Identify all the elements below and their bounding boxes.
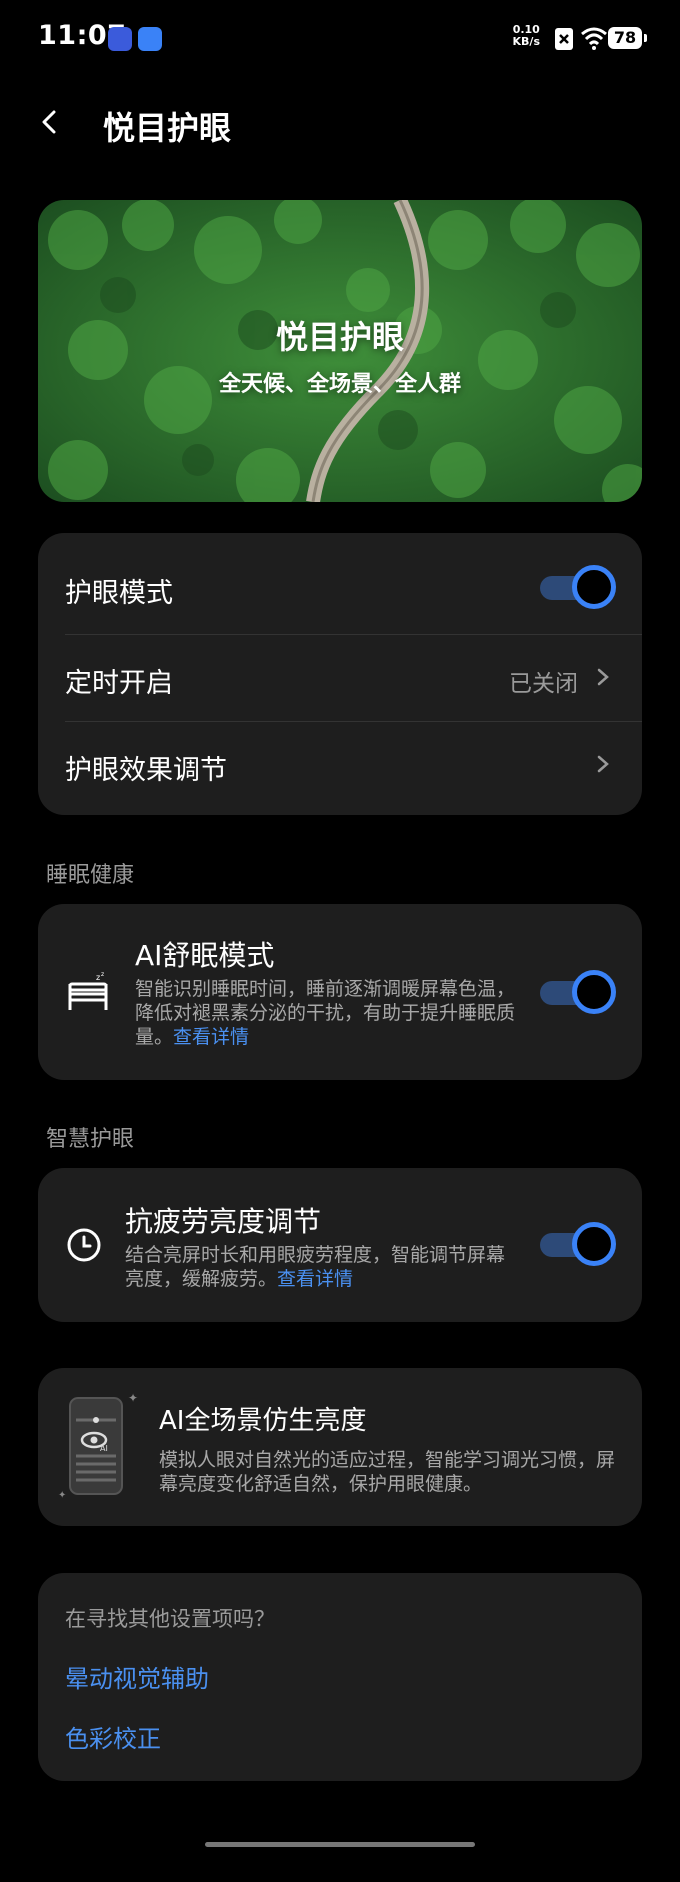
vivo-notification-icon	[108, 27, 132, 51]
schedule-value: 已关闭	[509, 671, 578, 697]
effect-adjust-label: 护眼效果调节	[65, 755, 227, 786]
anti-fatigue-description: 结合亮屏时长和用眼疲劳程度，智能调节屏幕亮度，缓解疲劳。查看详情	[125, 1244, 506, 1290]
chevron-right-icon	[597, 668, 609, 686]
ai-sleep-toggle[interactable]	[540, 970, 616, 1014]
section-label-sleep: 睡眠健康	[46, 863, 135, 888]
schedule-label: 定时开启	[65, 668, 173, 699]
ai-brightness-description: 模拟人眼对自然光的适应过程，智能学习调光习惯，屏幕亮度变化舒适自然，保护用眼健康…	[159, 1449, 616, 1495]
effect-adjust-row[interactable]: 护眼效果调节	[38, 722, 642, 815]
svg-text:✦: ✦	[58, 1490, 66, 1501]
bed-icon: z z	[68, 971, 108, 1010]
banner-title: 悦目护眼	[275, 318, 404, 356]
other-settings-card: 在寻找其他设置项吗？ 晕动视觉辅助 色彩校正	[38, 1573, 642, 1781]
anti-fatigue-title: 抗疲劳亮度调节	[125, 1205, 322, 1238]
svg-text:AI: AI	[100, 1444, 108, 1453]
banner-subtitle: 全天候、全场景、全人群	[218, 372, 461, 397]
eye-care-settings-card: 护眼模式 定时开启 已关闭 护眼效果调节	[38, 533, 642, 815]
ai-sleep-card: z z AI舒眠模式 智能识别睡眠时间，睡前逐渐调暖屏幕色温，降低对褪黑素分泌的…	[38, 904, 642, 1080]
eye-care-mode-toggle[interactable]	[540, 565, 616, 609]
banner-image: 悦目护眼 全天候、全场景、全人群	[38, 200, 642, 502]
wifi-icon	[581, 27, 607, 50]
schedule-row[interactable]: 定时开启 已关闭	[38, 635, 642, 721]
ai-brightness-card[interactable]: ✦ ✦ AI AI全场景仿生亮度 模拟人眼对自然光的适应过程，智能学习调光习惯，…	[38, 1368, 642, 1526]
ai-sleep-title: AI舒眠模式	[135, 939, 275, 972]
anti-fatigue-toggle[interactable]	[540, 1222, 616, 1266]
network-speed: 0.10 KB/s	[512, 23, 540, 48]
back-arrow-icon[interactable]	[38, 110, 62, 134]
app-notification-icon	[138, 27, 162, 51]
svg-text:✦: ✦	[128, 1391, 138, 1405]
section-label-smart: 智慧护眼	[46, 1127, 135, 1152]
status-bar: 11:07 0.10 KB/s 78	[0, 0, 680, 78]
home-indicator[interactable]	[205, 1842, 475, 1847]
anti-fatigue-card: 抗疲劳亮度调节 结合亮屏时长和用眼疲劳程度，智能调节屏幕亮度，缓解疲劳。查看详情	[38, 1168, 642, 1322]
other-settings-prompt: 在寻找其他设置项吗？	[65, 1607, 275, 1631]
ai-sleep-description: 智能识别睡眠时间，睡前逐渐调暖屏幕色温，降低对褪黑素分泌的干扰，有助于提升睡眠质…	[135, 978, 516, 1048]
view-details-link[interactable]: 查看详情	[277, 1268, 353, 1290]
eye-care-mode-label: 护眼模式	[65, 578, 173, 609]
no-sim-icon	[555, 28, 573, 50]
page-title: 悦目护眼	[103, 109, 232, 147]
battery-indicator: 78	[608, 27, 647, 49]
svg-text:z: z	[101, 971, 104, 978]
svg-text:z: z	[96, 973, 100, 982]
view-details-link[interactable]: 查看详情	[173, 1026, 249, 1048]
chevron-right-icon	[597, 755, 609, 773]
clock-icon	[67, 1228, 101, 1262]
phone-brightness-icon: ✦ ✦ AI	[58, 1391, 138, 1501]
ai-brightness-title: AI全场景仿生亮度	[159, 1406, 367, 1436]
color-correction-link[interactable]: 色彩校正	[65, 1719, 161, 1754]
motion-sickness-assist-link[interactable]: 晕动视觉辅助	[65, 1659, 209, 1694]
